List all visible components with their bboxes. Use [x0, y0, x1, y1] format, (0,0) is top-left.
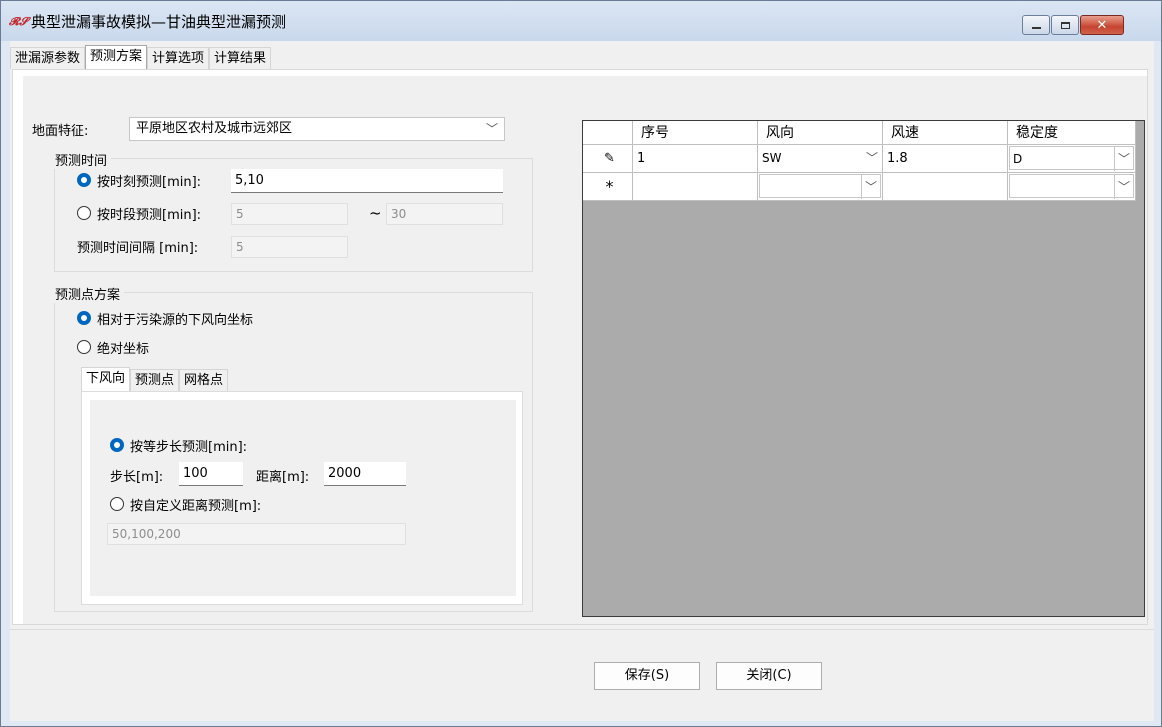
prediction-point-title: 预测点方案 — [51, 284, 125, 303]
cell-stability-new[interactable]: ﹀ — [1008, 173, 1136, 201]
step-input[interactable]: 100 — [179, 462, 243, 486]
by-period-label: 按时段预测[min]: — [97, 208, 202, 223]
interval-input[interactable]: 5 — [231, 236, 348, 258]
col-header-stability[interactable]: 稳定度 — [1008, 121, 1136, 145]
chevron-down-icon: ﹀ — [485, 122, 498, 136]
cell-direction-new[interactable]: ﹀ — [758, 173, 883, 201]
period-tilde: ~ — [369, 204, 382, 222]
by-moment-label: 按时刻预测[min]: — [97, 175, 202, 190]
edit-row-icon: ✎ — [583, 145, 633, 173]
table-row: ✎ 1 SW ﹀ 1.8 D ﹀ — [583, 145, 1136, 173]
custom-distance-input[interactable]: 50,100,200 — [107, 523, 406, 545]
relative-coord-radio[interactable] — [77, 311, 91, 325]
absolute-coord-radio[interactable] — [77, 340, 91, 354]
ground-feature-select[interactable]: 平原地区农村及城市远郊区 ﹀ — [129, 117, 505, 141]
relative-coord-label: 相对于污染源的下风向坐标 — [97, 313, 254, 328]
cell-seq-new[interactable] — [633, 173, 758, 201]
tab-prediction-plan[interactable]: 预测方案 — [85, 45, 148, 69]
weather-grid: 序号 风向 风速 稳定度 ✎ 1 SW ﹀ 1.8 D ﹀ * ﹀ ﹀ — [582, 120, 1145, 617]
col-header-seq[interactable]: 序号 — [633, 121, 758, 145]
subtab-grid-point[interactable]: 网格点 — [179, 369, 229, 391]
chevron-down-icon[interactable]: ﹀ — [863, 146, 878, 170]
cell-direction[interactable]: SW ﹀ — [758, 145, 883, 173]
ground-feature-value: 平原地区农村及城市远郊区 — [136, 121, 293, 136]
grid-corner — [583, 121, 633, 145]
absolute-coord-label: 绝对坐标 — [97, 342, 150, 357]
interval-label: 预测时间间隔 [min]: — [77, 241, 199, 256]
save-button[interactable]: 保存(S) — [594, 662, 700, 690]
title-bar: 𝓡𝓢 典型泄漏事故模拟—甘油典型泄漏预测 ✕ — [1, 1, 1161, 41]
by-period-radio[interactable] — [77, 206, 91, 220]
minimize-button[interactable] — [1022, 15, 1050, 35]
tab-panel-inner: 地面特征: 平原地区农村及城市远郊区 ﹀ 预测时间 按时刻预测[min]: 5,… — [23, 76, 1147, 624]
app-logo-icon: 𝓡𝓢 — [9, 15, 28, 28]
custom-distance-label: 按自定义距离预测[m]: — [130, 499, 262, 514]
dialog-content: 泄漏源参数 预测方案 计算选项 计算结果 地面特征: 平原地区农村及城市远郊区 … — [10, 41, 1154, 721]
downwind-panel-inner: 按等步长预测[min]: 步长[m]: 100 距离[m]: 2000 按自定义… — [90, 400, 516, 596]
cell-stability[interactable]: D ﹀ — [1008, 145, 1136, 173]
subtab-downwind[interactable]: 下风向 — [81, 367, 131, 391]
maximize-button[interactable] — [1051, 15, 1079, 35]
chevron-down-icon[interactable]: ﹀ — [1113, 175, 1130, 199]
cell-speed[interactable]: 1.8 — [883, 145, 1008, 173]
window-title: 典型泄漏事故模拟—甘油典型泄漏预测 — [31, 13, 287, 31]
button-bar: 保存(S) 关闭(C) — [10, 629, 1154, 721]
by-moment-radio[interactable] — [77, 173, 91, 187]
subtab-predict-point[interactable]: 预测点 — [130, 369, 180, 391]
chevron-down-icon[interactable]: ﹀ — [860, 175, 877, 199]
minimize-icon — [1031, 26, 1041, 29]
cell-stability-value: D — [1013, 152, 1023, 166]
period-to-input[interactable]: 30 — [386, 203, 503, 225]
close-button[interactable]: 关闭(C) — [716, 662, 822, 690]
tab-leak-source[interactable]: 泄漏源参数 — [10, 47, 86, 69]
distance-label: 距离[m]: — [256, 470, 310, 485]
table-row-new: * ﹀ ﹀ — [583, 173, 1136, 201]
main-tabs: 泄漏源参数 预测方案 计算选项 计算结果 — [10, 45, 272, 69]
equal-step-label: 按等步长预测[min]: — [130, 440, 248, 455]
prediction-time-title: 预测时间 — [51, 150, 112, 169]
period-from-input[interactable]: 5 — [231, 203, 348, 225]
cell-speed-new[interactable] — [883, 173, 1008, 201]
step-label: 步长[m]: — [110, 470, 164, 485]
downwind-panel: 按等步长预测[min]: 步长[m]: 100 距离[m]: 2000 按自定义… — [81, 391, 523, 605]
cell-seq[interactable]: 1 — [633, 145, 758, 173]
tab-calc-options[interactable]: 计算选项 — [147, 47, 210, 69]
grid-header-row: 序号 风向 风速 稳定度 — [583, 121, 1136, 145]
prediction-point-group: 预测点方案 相对于污染源的下风向坐标 绝对坐标 下风向 预测点 网格点 按等步长… — [51, 284, 533, 612]
custom-distance-radio[interactable] — [110, 497, 124, 511]
equal-step-radio[interactable] — [110, 438, 124, 452]
by-moment-input[interactable]: 5,10 — [231, 169, 503, 193]
tab-calc-results[interactable]: 计算结果 — [209, 47, 272, 69]
col-header-direction[interactable]: 风向 — [758, 121, 883, 145]
new-row-icon: * — [583, 173, 633, 201]
main-window: 𝓡𝓢 典型泄漏事故模拟—甘油典型泄漏预测 ✕ 泄漏源参数 预测方案 计算选项 计… — [0, 0, 1162, 727]
close-icon: ✕ — [1096, 17, 1108, 33]
prediction-time-group: 预测时间 按时刻预测[min]: 5,10 按时段预测[min]: 5 ~ 30… — [51, 150, 533, 272]
col-header-speed[interactable]: 风速 — [883, 121, 1008, 145]
point-subtabs: 下风向 预测点 网格点 — [81, 367, 229, 391]
distance-input[interactable]: 2000 — [324, 462, 406, 486]
close-window-button[interactable]: ✕ — [1080, 15, 1124, 35]
chevron-down-icon[interactable]: ﹀ — [1113, 147, 1130, 171]
tab-panel: 地面特征: 平原地区农村及城市远郊区 ﹀ 预测时间 按时刻预测[min]: 5,… — [12, 69, 1148, 625]
ground-feature-label: 地面特征: — [32, 124, 89, 139]
maximize-icon — [1060, 21, 1070, 29]
cell-direction-value: SW — [762, 151, 782, 165]
